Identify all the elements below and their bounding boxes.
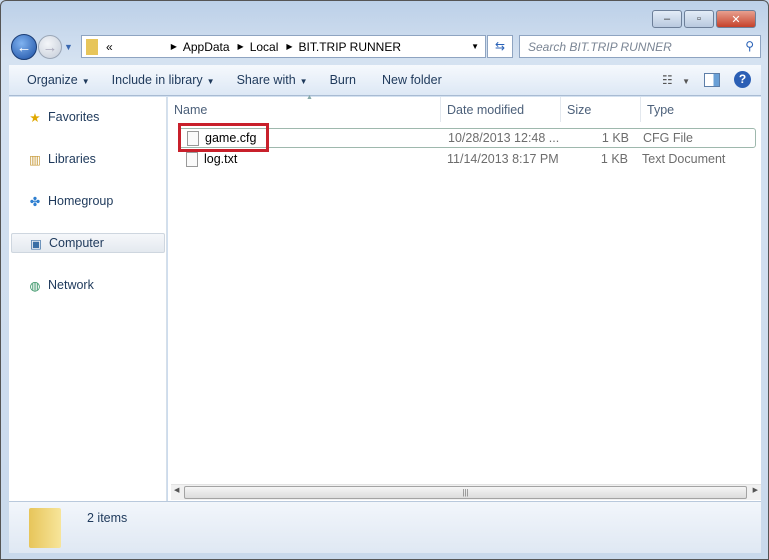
sort-ascending-icon: ▲ xyxy=(306,94,313,101)
library-icon: ▥ xyxy=(29,152,41,167)
scrollbar-thumb[interactable]: ||| xyxy=(184,486,747,499)
search-input[interactable]: Search BIT.TRIP RUNNER ⚲ xyxy=(519,35,761,58)
explorer-window: – ▫ ✕ ← → ▼ « ▶ AppData ▶ Local ▶ BIT.TRIP … xyxy=(0,0,769,560)
folder-icon xyxy=(86,38,98,55)
new-folder-button[interactable]: New folder xyxy=(373,73,451,87)
column-type[interactable]: Type xyxy=(641,97,761,122)
refresh-button[interactable]: ⇆ xyxy=(487,35,513,58)
file-list: Name Date modified Size Type ▲ game.cfg … xyxy=(168,94,761,501)
burn-button[interactable]: Burn xyxy=(321,73,365,87)
organize-button[interactable]: Organize ▼ xyxy=(18,73,99,87)
forward-button[interactable]: → xyxy=(38,35,62,59)
scroll-left-icon[interactable]: ◀ xyxy=(174,486,179,494)
close-button[interactable]: ✕ xyxy=(716,10,756,28)
view-options-icon[interactable]: ☷ ▼ xyxy=(662,73,690,87)
crumb-appdata[interactable]: AppData xyxy=(183,40,230,54)
computer-icon: ▣ xyxy=(30,236,42,251)
star-icon: ★ xyxy=(29,110,41,125)
file-row-log-txt[interactable]: log.txt 11/14/2013 8:17 PM 1 KB Text Doc… xyxy=(178,149,756,169)
scroll-right-icon[interactable]: ▶ xyxy=(753,486,758,494)
nav-computer[interactable]: ▣ Computer xyxy=(11,233,165,253)
include-in-library-button[interactable]: Include in library ▼ xyxy=(103,73,224,87)
nav-libraries[interactable]: ▥ Libraries xyxy=(11,149,165,169)
column-size[interactable]: Size xyxy=(561,97,641,122)
column-date-modified[interactable]: Date modified xyxy=(441,97,561,122)
minimize-button[interactable]: – xyxy=(652,10,682,28)
nav-buttons: ← → ▼ xyxy=(11,34,73,60)
window-controls: – ▫ ✕ xyxy=(652,10,756,28)
command-bar: Organize ▼ Include in library ▼ Share with… xyxy=(9,65,761,96)
folder-icon xyxy=(29,508,61,548)
address-dropdown-icon[interactable]: ▼ xyxy=(471,42,479,51)
search-icon[interactable]: ⚲ xyxy=(745,39,754,53)
nav-favorites[interactable]: ★ Favorites xyxy=(11,107,165,127)
maximize-button[interactable]: ▫ xyxy=(684,10,714,28)
crumb-local[interactable]: Local xyxy=(250,40,279,54)
back-button[interactable]: ← xyxy=(11,34,37,60)
address-bar[interactable]: « ▶ AppData ▶ Local ▶ BIT.TRIP RUNNER ▼ xyxy=(81,35,486,58)
column-headers: Name Date modified Size Type xyxy=(168,97,761,122)
highlight-box xyxy=(178,123,269,152)
crumb-bit-trip-runner[interactable]: BIT.TRIP RUNNER xyxy=(299,40,401,54)
network-icon: ◍ xyxy=(29,278,41,293)
nav-network[interactable]: ◍ Network xyxy=(11,275,165,295)
nav-homegroup[interactable]: ✤ Homegroup xyxy=(11,191,165,211)
text-file-icon xyxy=(186,151,198,167)
overflow-chevron[interactable]: « xyxy=(106,40,113,54)
recent-pages-dropdown[interactable]: ▼ xyxy=(64,42,73,52)
share-with-button[interactable]: Share with ▼ xyxy=(228,73,317,87)
homegroup-icon: ✤ xyxy=(29,194,41,209)
item-count: 2 items xyxy=(87,511,128,525)
help-icon[interactable]: ? xyxy=(734,71,751,88)
details-pane: 2 items xyxy=(9,501,761,553)
horizontal-scrollbar[interactable]: ◀ ||| ▶ xyxy=(171,484,761,500)
column-name[interactable]: Name xyxy=(168,97,441,122)
navigation-pane: ★ Favorites ▥ Libraries ✤ Homegroup ▣ Comput… xyxy=(9,97,167,501)
preview-pane-icon[interactable] xyxy=(704,72,720,87)
